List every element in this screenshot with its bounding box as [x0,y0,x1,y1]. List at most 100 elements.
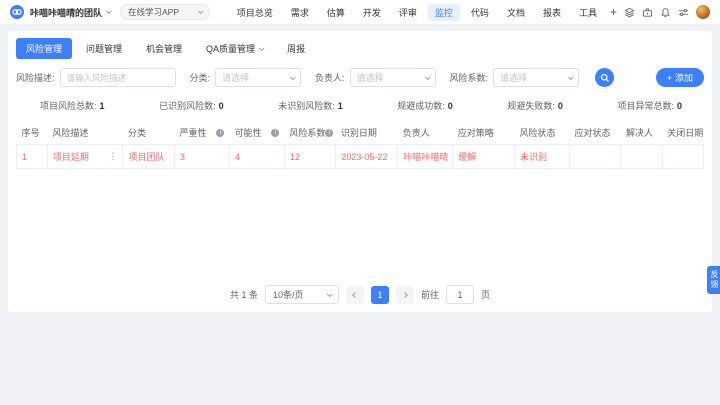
team-switcher[interactable]: 咔喵咔喵晴的团队 [30,6,110,19]
nav-item-2[interactable]: 估算 [320,4,352,21]
col-header-6: 识别日期 [336,121,398,145]
chevron-down-icon [327,291,333,297]
cell-9: 未识别 [515,145,570,169]
pagination-total: 共 1 条 [230,288,258,301]
table-body: 1项目延期⋮项目团队34122023-05-22咔喵咔喵晴缓解未识别 [17,145,704,169]
stat-1: 已识别风险数:0 [159,99,224,112]
col-header-2: 分类 [123,121,175,145]
stat-4: 规避失败数:0 [507,99,563,112]
owner-select[interactable]: 请选择 [350,68,436,87]
topbar-nav: 项目总览需求估算开发评审监控代码文档报表工具 [230,4,604,21]
chevron-down-icon [259,45,265,51]
cell-risk-desc: 项目延期⋮ [47,145,123,169]
tab-3[interactable]: QA质量管理 [196,38,273,59]
info-icon[interactable]: i [271,129,279,137]
next-page-button[interactable] [396,286,414,304]
topbar: 咔喵咔喵晴的团队 在线学习APP 项目总览需求估算开发评审监控代码文档报表工具 … [0,0,720,25]
project-name: 在线学习APP [128,6,179,18]
nav-item-5[interactable]: 监控 [428,4,460,21]
feedback-tab[interactable]: 反馈 [707,266,720,294]
col-header-12: 关闭日期 [662,121,703,145]
nav-item-1[interactable]: 需求 [284,4,316,21]
plus-icon[interactable]: + [610,6,617,18]
nav-item-0[interactable]: 项目总览 [230,4,280,21]
page-unit-label: 页 [481,288,490,301]
cell-12 [662,145,703,169]
nav-item-9[interactable]: 工具 [572,4,604,21]
coefficient-select[interactable]: 请选择 [493,68,579,87]
nav-item-8[interactable]: 报表 [536,4,568,21]
table-header-row: 序号风险描述分类严重性i可能性i风险系数i识别日期负责人应对策略风险状态应对状态… [17,121,704,145]
chevron-down-icon [424,74,430,80]
cell-10 [569,145,621,169]
pagination: 共 1 条 10条/页 1 前往 页 [16,285,704,306]
cell-11 [621,145,662,169]
col-header-7: 负责人 [398,121,453,145]
current-page-button[interactable]: 1 [371,286,389,304]
chevron-down-icon [106,8,112,14]
col-header-11: 解决人 [621,121,662,145]
risk-desc-label: 风险描述: [16,71,55,84]
module-tabs: 风险管理问题管理机会管理QA质量管理周报 [16,38,704,59]
col-header-0: 序号 [17,121,48,145]
prev-page-button[interactable] [346,286,364,304]
chevron-left-icon [352,292,358,298]
coefficient-label: 风险系数: [450,71,489,84]
info-icon[interactable]: i [216,129,224,137]
add-risk-button[interactable]: + 添加 [656,68,704,87]
project-select[interactable]: 在线学习APP [120,4,210,20]
col-header-3: 严重性i [174,121,229,145]
nav-item-3[interactable]: 开发 [356,4,388,21]
tab-4[interactable]: 周报 [277,38,315,59]
sliders-icon[interactable] [678,7,689,18]
goto-page-input[interactable] [446,285,474,304]
cell-8: 缓解 [453,145,515,169]
page-size-select[interactable]: 10条/页 [265,285,339,304]
more-actions-icon[interactable]: ⋮ [108,151,117,162]
tab-1[interactable]: 问题管理 [76,38,132,59]
bell-icon[interactable] [660,7,671,18]
topbar-actions: + [610,5,710,19]
col-header-5: 风险系数i [284,121,336,145]
col-header-4: 可能性i [229,121,284,145]
cell-7: 咔喵咔喵晴 [398,145,453,169]
table-row[interactable]: 1项目延期⋮项目团队34122023-05-22咔喵咔喵晴缓解未识别 [17,145,704,169]
stat-5: 项目异常总数:0 [617,99,682,112]
chevron-down-icon [198,8,204,14]
info-icon[interactable]: i [325,129,333,137]
stat-0: 项目风险总数:1 [40,99,105,112]
tab-0[interactable]: 风险管理 [16,38,72,59]
filter-bar: 风险描述: 分类: 请选择 负责人: 请选择 风险系数: 请选择 + 添加 [16,68,704,87]
col-header-1: 风险描述 [47,121,123,145]
team-name: 咔喵咔喵晴的团队 [30,6,102,19]
nav-item-7[interactable]: 文档 [500,4,532,21]
cell-3: 3 [174,145,229,169]
toolbox-icon[interactable] [642,7,653,18]
risk-table: 序号风险描述分类严重性i可能性i风险系数i识别日期负责人应对策略风险状态应对状态… [16,121,704,169]
search-icon [600,73,610,83]
chevron-down-icon [290,74,296,80]
tab-2[interactable]: 机会管理 [136,38,192,59]
nav-item-6[interactable]: 代码 [464,4,496,21]
stat-3: 规避成功数:0 [397,99,453,112]
avatar[interactable] [696,5,710,19]
cell-2: 项目团队 [123,145,175,169]
col-header-9: 风险状态 [515,121,570,145]
cell-4: 4 [229,145,284,169]
chevron-down-icon [568,74,574,80]
cell-6: 2023-05-22 [336,145,398,169]
layers-icon[interactable] [624,7,635,18]
risk-panel: 风险管理问题管理机会管理QA质量管理周报 风险描述: 分类: 请选择 负责人: … [8,31,712,312]
search-button[interactable] [595,68,614,87]
stats-bar: 项目风险总数:1 已识别风险数:0 未识别风险数:1 规避成功数:0 规避失败数:0 项目… [16,99,704,112]
col-header-8: 应对策略 [453,121,515,145]
table-empty-area [16,169,704,285]
cell-0: 1 [17,145,48,169]
plus-icon: + [667,73,672,83]
nav-item-4[interactable]: 评审 [392,4,424,21]
app-logo[interactable] [10,5,24,19]
risk-desc-input[interactable] [60,68,176,87]
stat-2: 未识别风险数:1 [278,99,343,112]
category-select[interactable]: 请选择 [215,68,301,87]
owner-label: 负责人: [315,71,345,84]
